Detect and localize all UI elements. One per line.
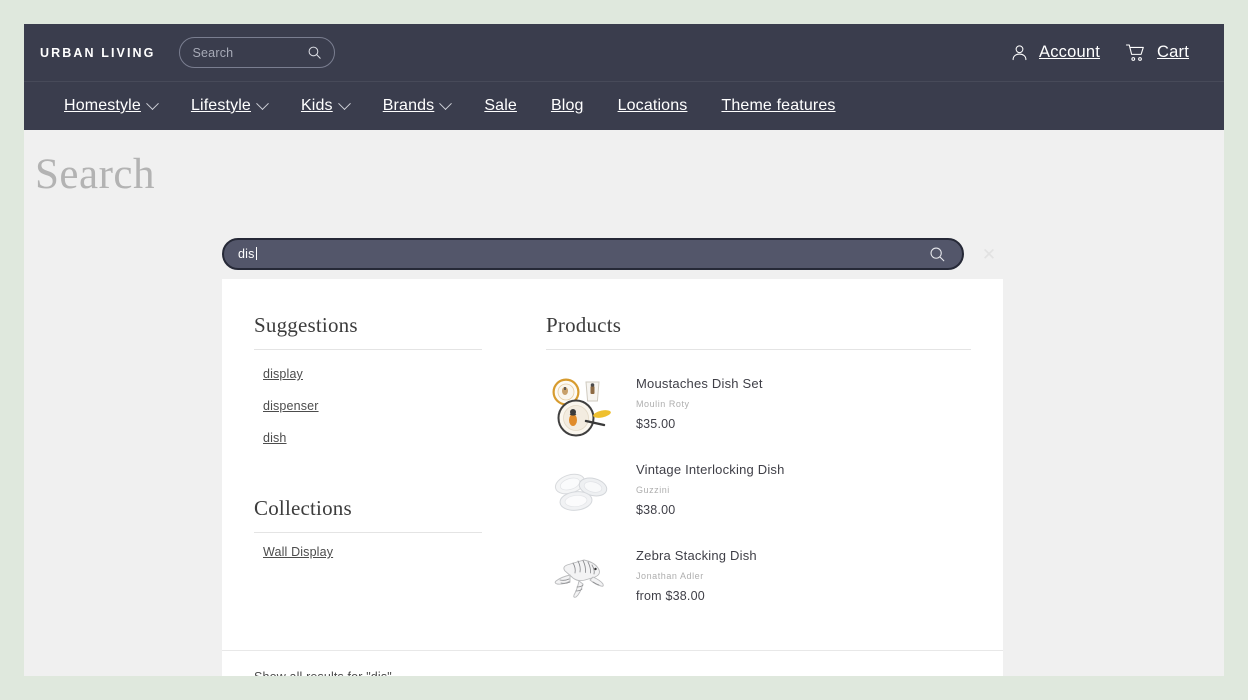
search-results-footer: Show all results for "dis" → bbox=[222, 650, 1003, 676]
products-list: Moustaches Dish Set Moulin Roty $35.00 V… bbox=[546, 364, 971, 622]
collections-list: Wall Display bbox=[254, 533, 482, 568]
text-cursor bbox=[255, 247, 257, 260]
suggestion-item[interactable]: dispenser bbox=[254, 390, 482, 422]
nav-item-label: Kids bbox=[300, 97, 333, 114]
search-input-field[interactable]: dis bbox=[222, 238, 964, 270]
arrow-right-icon: → bbox=[397, 670, 410, 676]
chevron-down-icon bbox=[146, 96, 159, 110]
vintage-interlocking-dish-image bbox=[546, 460, 618, 524]
product-vendor: Moulin Roty bbox=[636, 399, 690, 410]
nav-item-label: Sale bbox=[484, 97, 517, 114]
nav-item-label: Theme features bbox=[721, 97, 836, 114]
nav-item-brands[interactable]: Brands bbox=[366, 96, 468, 115]
zebra-stacking-dish-image bbox=[546, 546, 618, 610]
show-all-results-label: Show all results for "dis" bbox=[254, 670, 392, 676]
page-title: Search bbox=[35, 151, 155, 198]
suggestions-heading: Suggestions bbox=[254, 313, 482, 350]
nav-item-kids[interactable]: Kids bbox=[284, 96, 366, 115]
cart-label: Cart bbox=[1157, 43, 1189, 61]
search-overlay-row: dis ✕ bbox=[222, 238, 1012, 270]
nav-item-homestyle[interactable]: Homestyle bbox=[64, 96, 174, 115]
chevron-down-icon bbox=[439, 96, 453, 110]
search-submit-icon[interactable] bbox=[929, 246, 946, 263]
product-vendor: Guzzini bbox=[636, 485, 670, 496]
site-header: URBAN LIVING Search Account Cart bbox=[24, 24, 1224, 82]
nav-item-theme-features[interactable]: Theme features bbox=[704, 97, 852, 115]
product-price: $35.00 bbox=[636, 417, 676, 432]
user-icon bbox=[1010, 43, 1029, 62]
product-info: Vintage Interlocking Dish Guzzini $38.00 bbox=[636, 460, 785, 517]
nav-item-sale[interactable]: Sale bbox=[467, 97, 534, 115]
nav-item-label: Locations bbox=[617, 97, 688, 114]
suggestion-item[interactable]: dish bbox=[254, 422, 482, 454]
cart-icon bbox=[1125, 43, 1147, 63]
product-row[interactable]: Zebra Stacking Dish Jonathan Adler from … bbox=[546, 536, 971, 622]
account-link[interactable]: Account bbox=[1010, 43, 1100, 62]
main-navigation: Homestyle Lifestyle Kids Brands Sale Blo… bbox=[24, 82, 1224, 130]
product-row[interactable]: Vintage Interlocking Dish Guzzini $38.00 bbox=[546, 450, 971, 536]
suggestions-column: Suggestions display dispenser dish Colle… bbox=[254, 313, 482, 622]
search-input-text: dis bbox=[238, 247, 255, 261]
product-row[interactable]: Moustaches Dish Set Moulin Roty $35.00 bbox=[546, 364, 971, 450]
header-search-input[interactable]: Search bbox=[192, 46, 307, 60]
header-search-box[interactable]: Search bbox=[179, 37, 336, 68]
cart-link[interactable]: Cart bbox=[1125, 43, 1189, 63]
account-label: Account bbox=[1038, 43, 1101, 61]
search-input-value[interactable]: dis bbox=[238, 247, 257, 261]
main-content: Search dis ✕ Suggestions display dispens… bbox=[24, 130, 1224, 676]
product-title: Moustaches Dish Set bbox=[636, 376, 763, 391]
search-results-panel: Suggestions display dispenser dish Colle… bbox=[222, 279, 1003, 676]
nav-item-label: Blog bbox=[550, 97, 584, 114]
close-icon[interactable]: ✕ bbox=[972, 238, 1006, 270]
search-icon[interactable] bbox=[307, 45, 322, 60]
nav-item-blog[interactable]: Blog bbox=[534, 97, 601, 115]
product-info: Moustaches Dish Set Moulin Roty $35.00 bbox=[636, 374, 763, 431]
moustaches-dish-set-image bbox=[546, 374, 618, 438]
nav-item-label: Brands bbox=[382, 97, 435, 114]
product-price: $38.00 bbox=[636, 503, 676, 518]
collection-item[interactable]: Wall Display bbox=[254, 533, 482, 568]
header-actions: Account Cart bbox=[1010, 43, 1224, 63]
collections-heading: Collections bbox=[254, 496, 482, 533]
chevron-down-icon bbox=[337, 96, 351, 110]
products-column: Products Moustaches Dish Set Moulin Roty… bbox=[482, 313, 971, 622]
product-title: Zebra Stacking Dish bbox=[636, 548, 757, 563]
page-viewport: URBAN LIVING Search Account Cart Homesty… bbox=[24, 24, 1224, 676]
products-heading: Products bbox=[546, 313, 971, 350]
suggestion-item[interactable]: display bbox=[254, 358, 482, 390]
nav-item-lifestyle[interactable]: Lifestyle bbox=[174, 96, 284, 115]
nav-item-label: Homestyle bbox=[64, 97, 141, 114]
product-title: Vintage Interlocking Dish bbox=[636, 462, 785, 477]
collections-block: Collections Wall Display bbox=[254, 496, 482, 568]
nav-item-label: Lifestyle bbox=[190, 97, 251, 114]
nav-item-locations[interactable]: Locations bbox=[601, 97, 705, 115]
search-results-body: Suggestions display dispenser dish Colle… bbox=[222, 279, 1003, 650]
product-vendor: Jonathan Adler bbox=[636, 571, 704, 582]
site-logo[interactable]: URBAN LIVING bbox=[40, 46, 155, 60]
show-all-results-link[interactable]: Show all results for "dis" → bbox=[254, 670, 409, 676]
chevron-down-icon bbox=[256, 96, 269, 110]
suggestions-list: display dispenser dish bbox=[254, 358, 482, 454]
product-price: from $38.00 bbox=[636, 589, 705, 604]
product-info: Zebra Stacking Dish Jonathan Adler from … bbox=[636, 546, 757, 603]
